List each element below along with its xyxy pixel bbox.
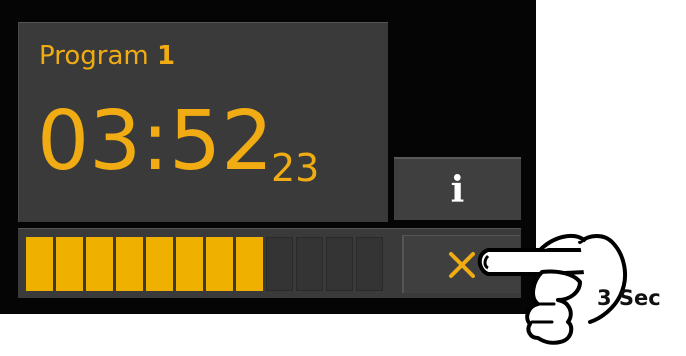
- hold-duration-label: 3 Sec: [597, 286, 661, 310]
- stage: Program 1 03:52 23 i 3 Sec: [0, 0, 686, 356]
- info-icon: i: [450, 168, 465, 211]
- progress-segment-filled: [236, 237, 263, 291]
- progress-segment-empty: [266, 237, 293, 291]
- progress-segment-filled: [26, 237, 53, 291]
- program-label: Program: [39, 41, 149, 71]
- progress-segment-filled: [116, 237, 143, 291]
- timer-subvalue: 23: [271, 146, 320, 190]
- progress-segment-filled: [86, 237, 113, 291]
- program-title: Program 1: [39, 41, 175, 71]
- progress-bar: [26, 237, 383, 291]
- progress-strip: [18, 228, 521, 298]
- timer-display: 03:52: [37, 94, 274, 189]
- progress-segment-filled: [146, 237, 173, 291]
- progress-segment-filled: [176, 237, 203, 291]
- program-panel: Program 1 03:52 23: [18, 22, 388, 222]
- progress-segment-filled: [56, 237, 83, 291]
- progress-segment-empty: [356, 237, 383, 291]
- pointing-hand-icon: [477, 233, 628, 345]
- program-number: 1: [156, 41, 176, 71]
- progress-segment-empty: [296, 237, 323, 291]
- device-display: Program 1 03:52 23 i: [0, 0, 536, 314]
- progress-segment-empty: [326, 237, 353, 291]
- progress-segment-filled: [206, 237, 233, 291]
